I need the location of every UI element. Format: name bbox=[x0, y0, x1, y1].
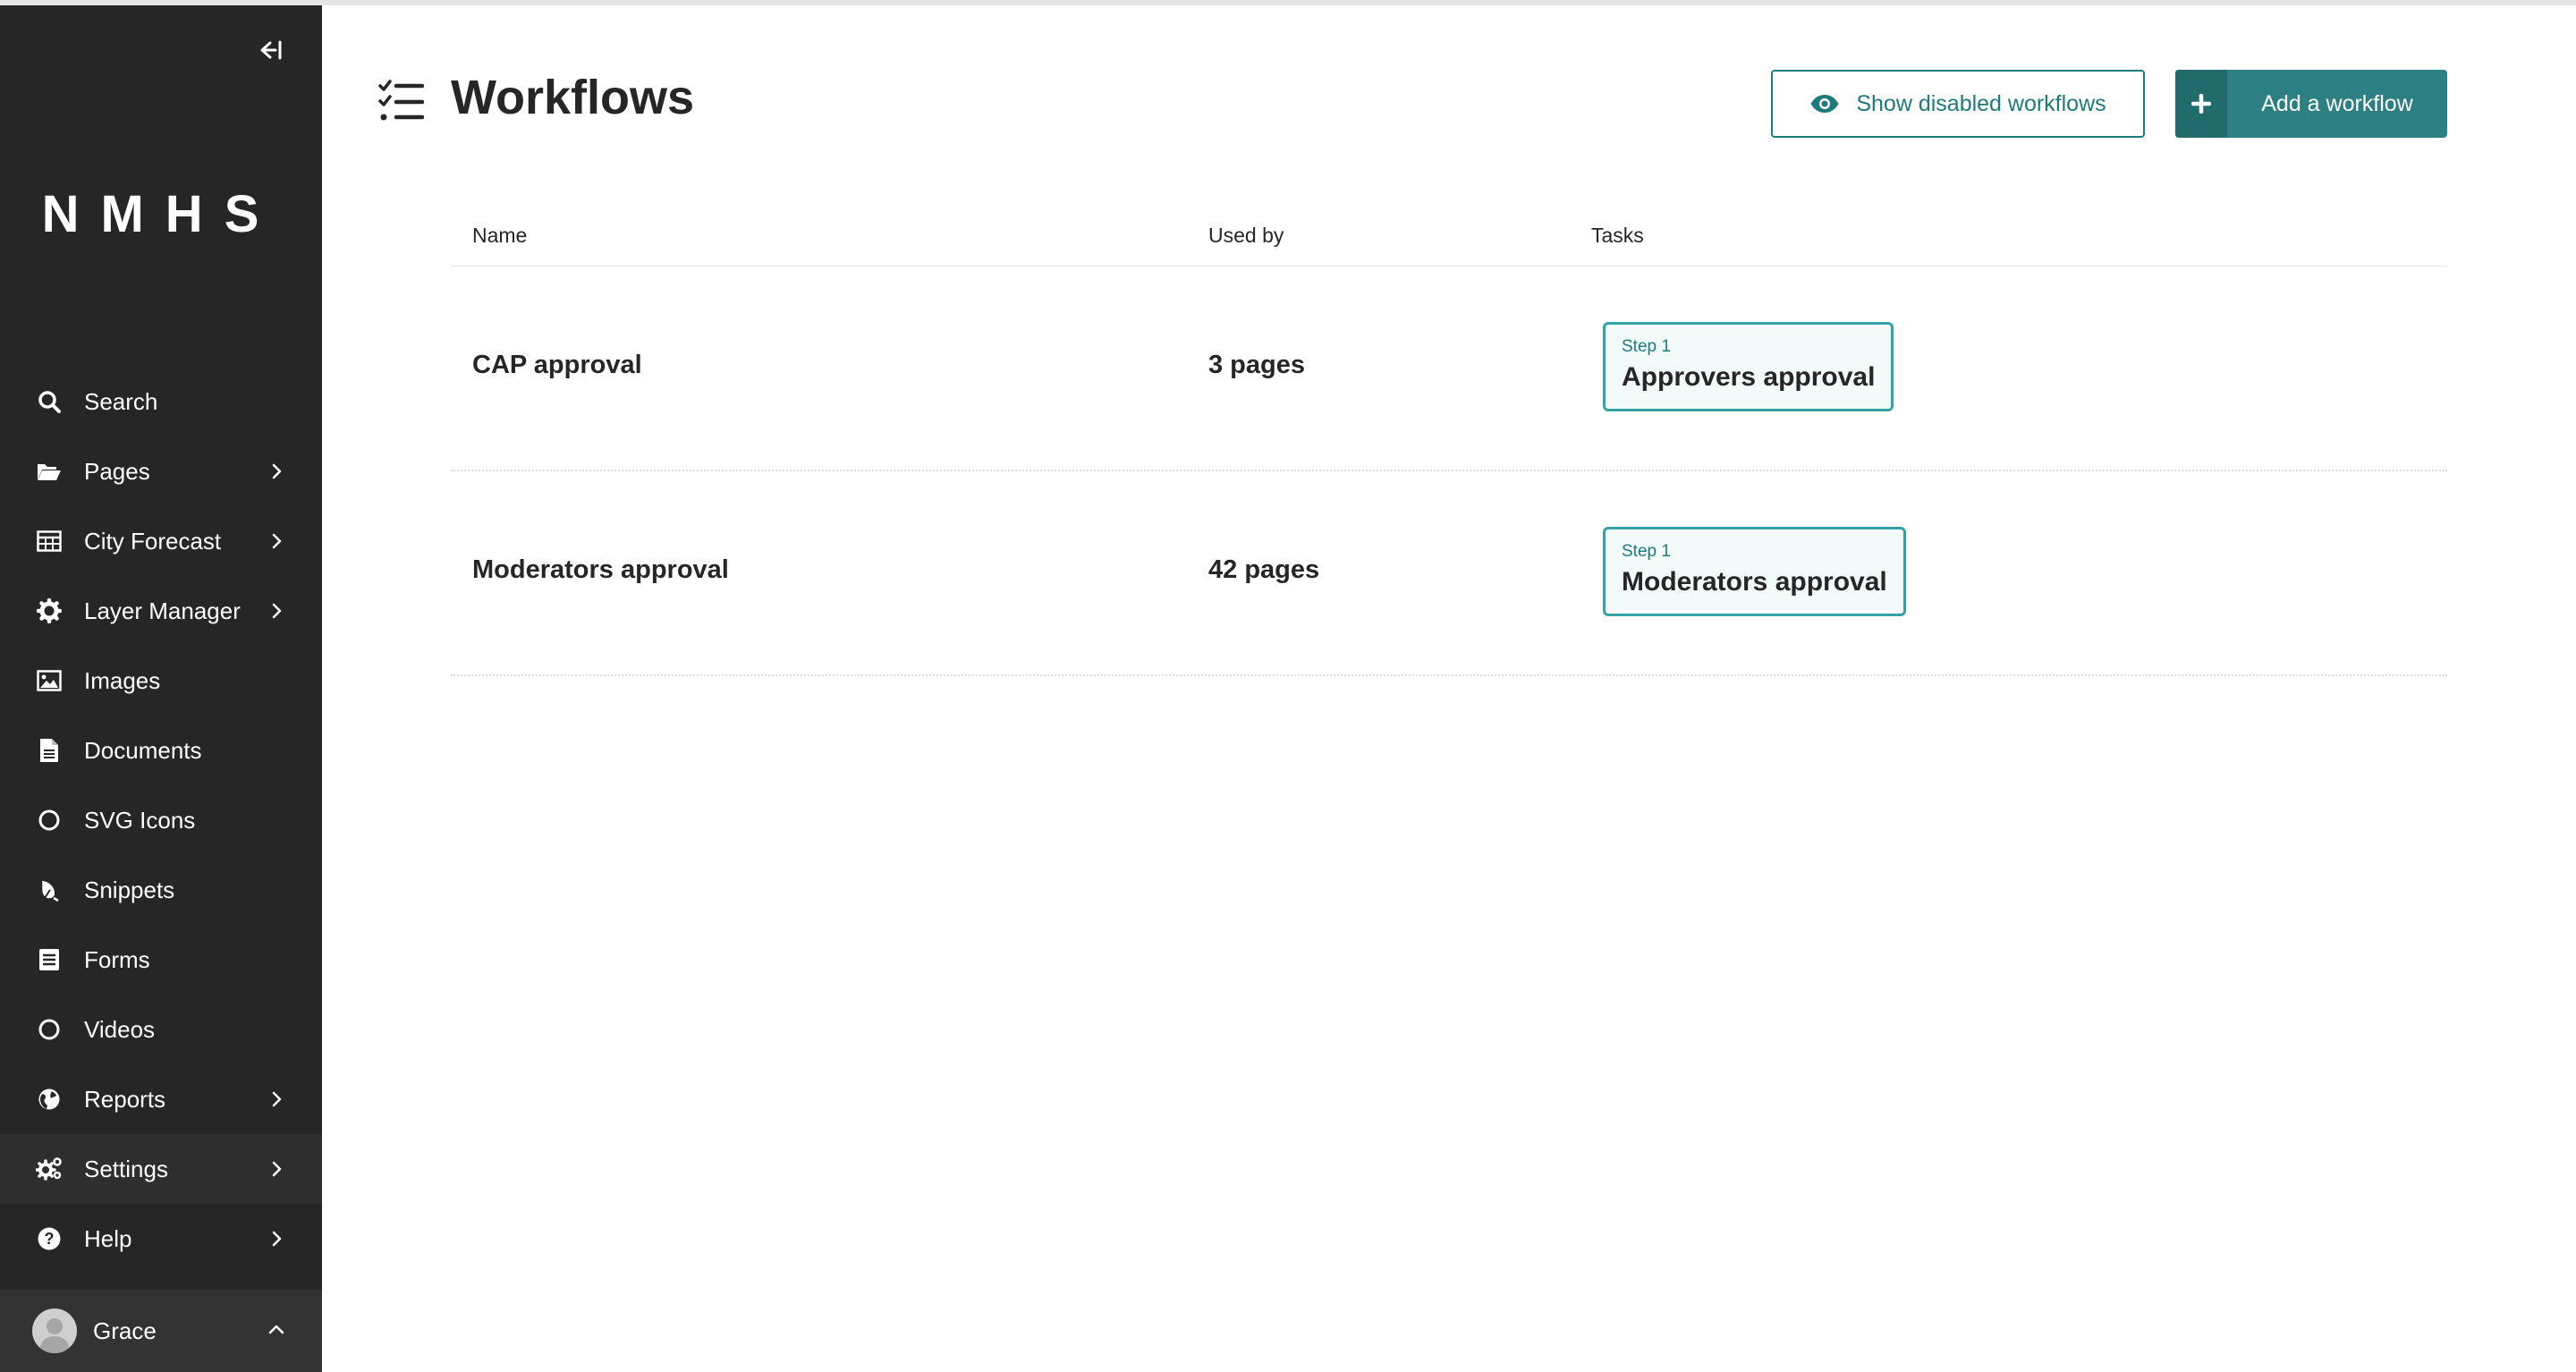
account-menu[interactable]: Grace bbox=[0, 1290, 322, 1372]
sidebar-item-label: Documents bbox=[84, 736, 202, 764]
form-icon bbox=[36, 946, 63, 973]
globe-icon bbox=[36, 1086, 63, 1113]
sidebar-item-pages[interactable]: Pages bbox=[0, 436, 322, 506]
avatar bbox=[32, 1308, 77, 1353]
search-icon bbox=[36, 388, 63, 415]
task-step-label: Step 1 bbox=[1622, 542, 1671, 561]
column-header-used-by: Used by bbox=[1208, 224, 1284, 247]
sidebar-item-city-forecast[interactable]: City Forecast bbox=[0, 506, 322, 576]
chevron-right-icon bbox=[272, 1231, 282, 1247]
sidebar-item-label: Help bbox=[84, 1224, 132, 1252]
task-card[interactable]: Step 1 Moderators approval bbox=[1603, 527, 1906, 616]
sidebar-item-label: Forms bbox=[84, 945, 150, 973]
sidebar-item-search[interactable]: Search bbox=[0, 367, 322, 436]
sidebar-item-label: Pages bbox=[84, 457, 150, 485]
add-workflow-button[interactable]: Add a workflow bbox=[2175, 70, 2447, 138]
chevron-right-icon bbox=[272, 1091, 282, 1107]
document-icon bbox=[36, 737, 63, 764]
task-list-icon bbox=[378, 80, 424, 121]
main-content: Workflows Show disabled workflows Add a … bbox=[322, 5, 2576, 1372]
sidebar-item-documents[interactable]: Documents bbox=[0, 716, 322, 785]
sidebar-item-forms[interactable]: Forms bbox=[0, 925, 322, 995]
folder-open-icon bbox=[36, 458, 63, 485]
task-step-label: Step 1 bbox=[1622, 337, 1671, 356]
task-name: Approvers approval bbox=[1622, 362, 1876, 392]
cog-icon bbox=[36, 597, 63, 624]
collapse-sidebar-button[interactable] bbox=[252, 32, 288, 68]
circle-icon bbox=[36, 1016, 63, 1043]
sidebar-item-label: Settings bbox=[84, 1155, 168, 1182]
column-header-tasks: Tasks bbox=[1591, 224, 1644, 247]
chevron-right-icon bbox=[272, 1161, 282, 1177]
add-workflow-label: Add a workflow bbox=[2261, 90, 2413, 116]
user-name: Grace bbox=[93, 1317, 157, 1344]
workflow-name-link[interactable]: Moderators approval bbox=[472, 555, 729, 585]
cogs-icon bbox=[36, 1156, 63, 1182]
workflows-table: Name Used by Tasks CAP approval 3 pages … bbox=[451, 220, 2447, 676]
table-row[interactable]: CAP approval 3 pages Step 1 Approvers ap… bbox=[451, 267, 2447, 471]
user-silhouette-icon bbox=[39, 1318, 70, 1353]
plus-icon bbox=[2175, 70, 2227, 138]
sidebar-item-svg-icons[interactable]: SVG Icons bbox=[0, 785, 322, 855]
task-name: Moderators approval bbox=[1622, 567, 1887, 597]
sidebar-item-label: Images bbox=[84, 666, 161, 694]
show-disabled-label: Show disabled workflows bbox=[1856, 90, 2106, 116]
chevron-right-icon bbox=[272, 603, 282, 619]
task-card[interactable]: Step 1 Approvers approval bbox=[1603, 322, 1894, 411]
used-by-count: 3 pages bbox=[1208, 351, 1305, 379]
sidebar-menu: Search Pages City Forecast Layer Manager bbox=[0, 367, 322, 1274]
chevron-right-icon bbox=[272, 533, 282, 549]
sidebar-item-label: Reports bbox=[84, 1085, 166, 1113]
chevron-up-icon bbox=[268, 1325, 284, 1334]
sidebar-item-label: Search bbox=[84, 387, 158, 415]
snippet-icon bbox=[36, 877, 63, 903]
table-row[interactable]: Moderators approval 42 pages Step 1 Mode… bbox=[451, 471, 2447, 676]
table-header: Name Used by Tasks bbox=[451, 220, 2447, 267]
chevron-right-icon bbox=[272, 463, 282, 479]
sidebar-item-images[interactable]: Images bbox=[0, 646, 322, 716]
sidebar-item-snippets[interactable]: Snippets bbox=[0, 855, 322, 925]
column-header-name[interactable]: Name bbox=[472, 224, 527, 248]
page-title: Workflows bbox=[451, 71, 695, 124]
sidebar-item-help[interactable]: ? Help bbox=[0, 1204, 322, 1274]
sidebar: NMHS Search Pages City Forecast Layer Ma… bbox=[0, 5, 322, 1372]
table-icon bbox=[36, 528, 63, 555]
workflow-name-link[interactable]: CAP approval bbox=[472, 351, 642, 380]
show-disabled-workflows-button[interactable]: Show disabled workflows bbox=[1771, 70, 2145, 138]
collapse-arrow-icon bbox=[260, 40, 282, 60]
image-icon bbox=[36, 667, 63, 694]
sidebar-item-videos[interactable]: Videos bbox=[0, 995, 322, 1064]
eye-icon bbox=[1809, 94, 1840, 114]
sidebar-item-label: Videos bbox=[84, 1015, 156, 1043]
sidebar-item-label: Layer Manager bbox=[84, 597, 241, 624]
sidebar-item-label: Snippets bbox=[84, 876, 175, 903]
help-icon: ? bbox=[36, 1225, 63, 1252]
svg-text:?: ? bbox=[45, 1230, 55, 1248]
circle-icon bbox=[36, 807, 63, 834]
used-by-count: 42 pages bbox=[1208, 555, 1320, 584]
site-logo[interactable]: NMHS bbox=[0, 184, 322, 244]
sidebar-item-label: City Forecast bbox=[84, 527, 222, 555]
sidebar-item-layer-manager[interactable]: Layer Manager bbox=[0, 576, 322, 646]
sidebar-item-reports[interactable]: Reports bbox=[0, 1064, 322, 1134]
sidebar-item-label: SVG Icons bbox=[84, 806, 196, 834]
sidebar-item-settings[interactable]: Settings bbox=[0, 1134, 322, 1204]
